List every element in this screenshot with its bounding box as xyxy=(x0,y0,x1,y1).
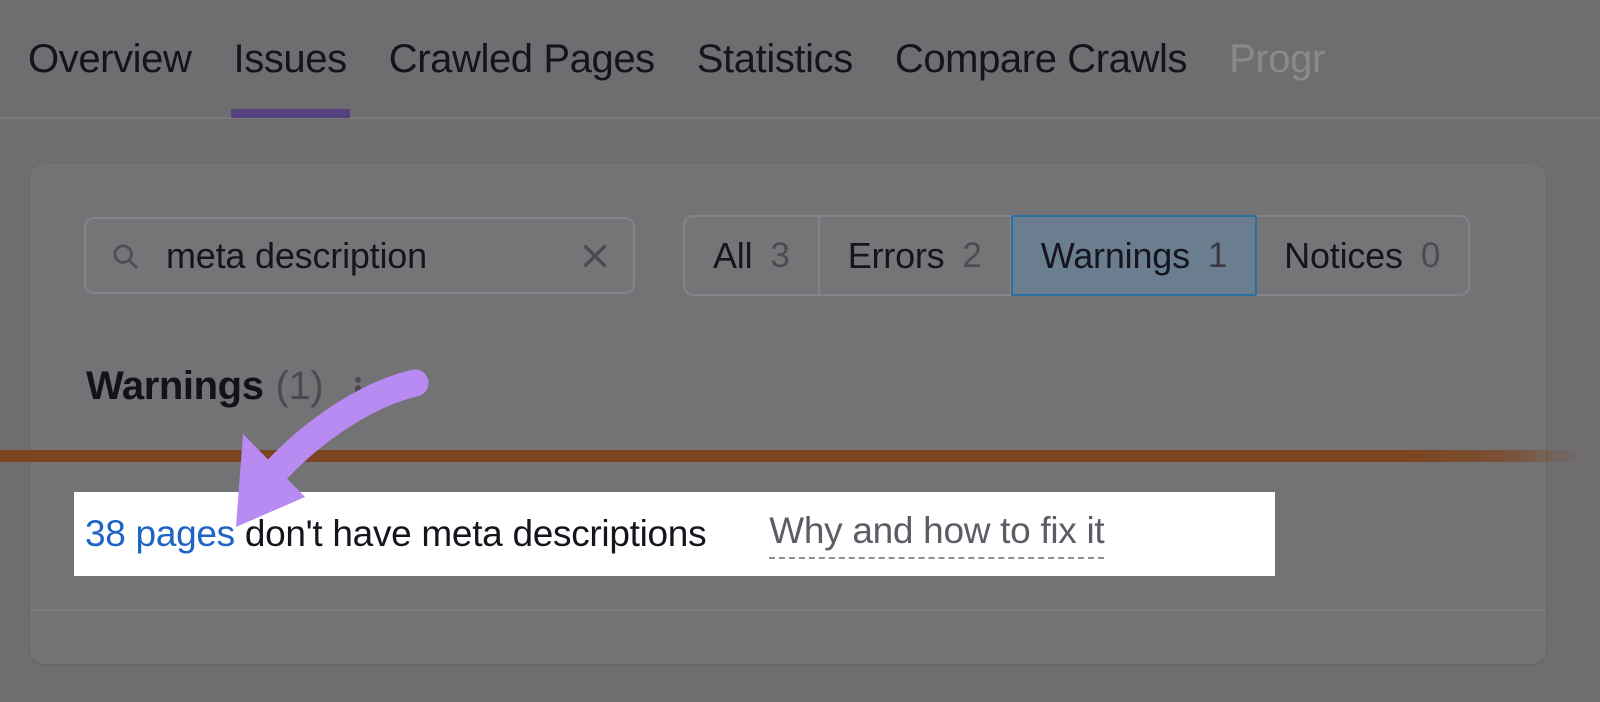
issue-pages-link[interactable]: 38 pages xyxy=(85,513,235,554)
tab-label: Overview xyxy=(28,37,192,81)
tab-overview[interactable]: Overview xyxy=(28,0,213,119)
filter-label: Notices xyxy=(1284,234,1403,276)
tab-list: Overview Issues Crawled Pages Statistics… xyxy=(28,0,1346,119)
filter-all[interactable]: All 3 xyxy=(685,217,820,294)
filter-count: 1 xyxy=(1207,235,1228,275)
tab-statistics[interactable]: Statistics xyxy=(676,0,874,119)
filter-errors[interactable]: Errors 2 xyxy=(820,217,1012,294)
tab-progress[interactable]: Progr xyxy=(1208,0,1346,119)
list-divider xyxy=(30,609,1546,611)
filter-warnings[interactable]: Warnings 1 xyxy=(1010,215,1258,296)
tab-label: Statistics xyxy=(696,37,853,81)
issue-description-rest: don't have meta descriptions xyxy=(234,513,707,554)
why-and-how-to-fix-it-link[interactable]: Why and how to fix it xyxy=(769,510,1105,559)
tab-compare-crawls[interactable]: Compare Crawls xyxy=(874,0,1208,119)
issues-card: meta description All 3 Errors 2 Warnings xyxy=(30,164,1546,664)
section-count: (1) xyxy=(275,364,324,408)
tab-label: Compare Crawls xyxy=(894,37,1188,81)
tab-overflow-fade xyxy=(1480,0,1600,117)
issue-list-item[interactable]: 38 pages don't have meta descriptions Wh… xyxy=(74,492,1275,576)
close-icon[interactable] xyxy=(579,240,611,272)
filter-count: 3 xyxy=(770,235,790,275)
info-icon[interactable] xyxy=(345,374,371,400)
filter-label: All xyxy=(713,234,753,276)
tab-label: Crawled Pages xyxy=(388,37,655,81)
issues-toolbar: meta description All 3 Errors 2 Warnings xyxy=(84,215,1471,296)
tab-label: Progr xyxy=(1229,37,1325,81)
issue-description: 38 pages don't have meta descriptions xyxy=(85,513,707,555)
filter-notices[interactable]: Notices 0 xyxy=(1256,217,1468,294)
warnings-section-header: Warnings (1) xyxy=(86,364,371,409)
tab-issues[interactable]: Issues xyxy=(213,0,368,119)
search-value: meta description xyxy=(166,234,427,276)
app-screen: Overview Issues Crawled Pages Statistics… xyxy=(0,0,1600,702)
tab-bar: Overview Issues Crawled Pages Statistics… xyxy=(0,0,1600,119)
search-icon xyxy=(113,243,138,269)
tab-label: Issues xyxy=(233,37,348,81)
section-title: Warnings xyxy=(86,364,264,408)
filter-label: Errors xyxy=(847,234,945,276)
filter-label: Warnings xyxy=(1040,234,1190,276)
issue-type-filter-group: All 3 Errors 2 Warnings 1 Notices 0 xyxy=(683,215,1471,296)
search-input[interactable]: meta description xyxy=(84,217,635,294)
tab-crawled-pages[interactable]: Crawled Pages xyxy=(368,0,676,119)
filter-count: 0 xyxy=(1420,235,1441,275)
brown-highlight-rule xyxy=(0,450,1600,462)
filter-count: 2 xyxy=(962,235,982,275)
